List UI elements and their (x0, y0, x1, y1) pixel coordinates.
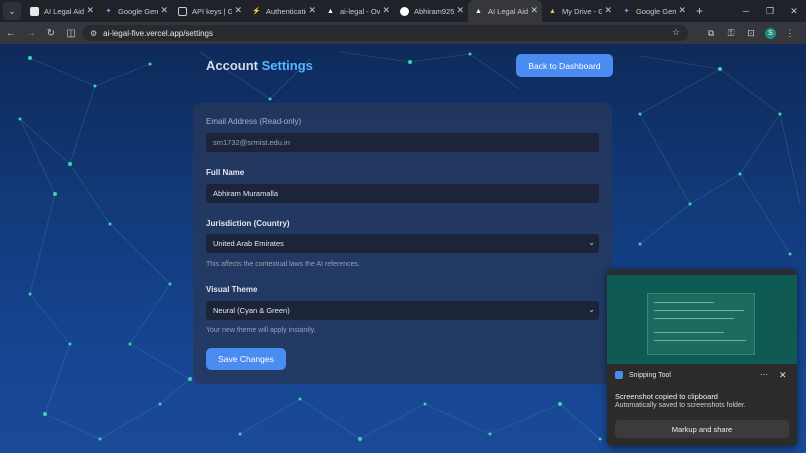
ai-studio-favicon (178, 6, 187, 16)
settings-page: Account Settings Back to Dashboard Email… (0, 44, 806, 453)
kebab-menu-icon[interactable]: ⋮ (780, 28, 800, 39)
thumbnail-line (654, 340, 746, 341)
split-view-icon[interactable]: ◫ (62, 24, 80, 42)
tab-4[interactable]: ▲ ai-legal - Ov ✕ (320, 0, 394, 22)
settings-card: Email Address (Read-only) sm1732@srmist.… (193, 103, 612, 384)
chevron-down-icon: ⌄ (588, 305, 595, 314)
tab-label: AI Legal Aid (44, 6, 84, 16)
tab-8[interactable]: ✦ Google Gemi ✕ (616, 0, 690, 22)
vercel-favicon: ▲ (475, 7, 482, 15)
markup-and-share-button[interactable]: Markup and share (615, 420, 789, 438)
snipping-tool-icon (615, 371, 623, 379)
address-bar[interactable]: ⚙ ai-legal-five.vercel.app/settings ☆ (82, 25, 688, 41)
tab-label: Abhiram925/ (414, 6, 454, 16)
tab-label: Google Gemi (636, 6, 676, 16)
tab-label: My Drive - Go (562, 6, 602, 16)
thumbnail-card (647, 293, 755, 355)
window-close-icon[interactable]: ✕ (782, 0, 806, 22)
visual-theme-hint: Your new theme will apply instantly. (206, 327, 316, 334)
close-icon[interactable]: ✕ (160, 5, 168, 16)
jurisdiction-value: United Arab Emirates (213, 239, 284, 248)
close-icon[interactable]: ✕ (234, 5, 242, 16)
tab-0[interactable]: AI Legal Aid ✕ (24, 0, 98, 22)
jurisdiction-label: Jurisdiction (Country) (206, 219, 290, 228)
close-icon[interactable]: ✕ (678, 5, 686, 16)
close-icon[interactable]: ✕ (530, 5, 538, 16)
supabase-favicon: ⚡ (252, 8, 261, 15)
tab-label: API keys | Goo (192, 6, 232, 16)
thumbnail-browser-bar (607, 269, 797, 275)
forward-arrow-icon[interactable]: → (22, 24, 40, 42)
visual-theme-value: Neural (Cyan & Green) (213, 306, 290, 315)
full-name-input[interactable]: Abhiram Muramalla (206, 184, 599, 203)
new-tab-icon[interactable]: + (696, 4, 703, 18)
app-name: Snipping Tool (629, 371, 671, 379)
tab-1[interactable]: ✦ Google Gemi ✕ (98, 0, 172, 22)
visual-theme-label: Visual Theme (206, 285, 258, 294)
notification-title: Screenshot copied to clipboard (615, 392, 718, 401)
site-info-icon[interactable]: ⚙ (90, 29, 97, 38)
save-changes-button[interactable]: Save Changes (206, 348, 286, 370)
tab-2[interactable]: API keys | Goo ✕ (172, 0, 246, 22)
close-icon[interactable]: ✕ (604, 5, 612, 16)
tab-label: ai-legal - Ov (340, 6, 380, 16)
full-name-value: Abhiram Muramalla (213, 189, 279, 198)
screenshot-icon[interactable]: ⊡ (741, 28, 761, 39)
github-favicon (400, 6, 409, 16)
close-icon[interactable]: ✕ (86, 5, 94, 16)
visual-theme-select[interactable]: Neural (Cyan & Green) ⌄ (206, 301, 599, 320)
close-icon[interactable]: ✕ (308, 5, 316, 16)
tab-7[interactable]: ▲ My Drive - Go ✕ (542, 0, 616, 22)
jurisdiction-select[interactable]: United Arab Emirates ⌄ (206, 234, 599, 253)
email-field: sm1732@srmist.edu.in (206, 133, 599, 152)
restore-icon[interactable]: ❐ (758, 0, 782, 22)
tab-label: Google Gemi (118, 6, 158, 16)
tab-label: Authenticatio (266, 6, 306, 16)
screenshot-thumbnail[interactable] (607, 269, 797, 364)
thumbnail-line (654, 302, 714, 303)
tab-label: AI Legal Aid (488, 6, 528, 16)
tab-5[interactable]: Abhiram925/ ✕ (394, 0, 468, 22)
password-key-icon[interactable]: ⚿ (721, 28, 741, 39)
back-arrow-icon[interactable]: ← (2, 24, 20, 42)
tab-6-active[interactable]: ▲ AI Legal Aid ✕ (468, 0, 542, 22)
jurisdiction-hint: This affects the contextual laws the AI … (206, 261, 360, 268)
more-options-icon[interactable]: ⋯ (760, 370, 768, 379)
minimize-icon[interactable]: ─ (734, 0, 758, 22)
page-title-part1: Account (206, 58, 258, 73)
browser-toolbar: ← → ↻ ◫ ⚙ ai-legal-five.vercel.app/setti… (0, 22, 806, 44)
google-drive-favicon: ▲ (549, 7, 556, 15)
chevron-down-icon: ⌄ (588, 238, 595, 247)
snipping-tool-app: Snipping Tool (615, 371, 671, 379)
profile-avatar[interactable]: S (765, 27, 776, 39)
tab-strip: ⌄ AI Legal Aid ✕ ✦ Google Gemi ✕ API key… (0, 0, 806, 22)
reload-icon[interactable]: ↻ (42, 24, 60, 42)
thumbnail-line (654, 310, 744, 311)
close-icon[interactable]: ✕ (456, 5, 464, 16)
thumbnail-line (654, 332, 724, 333)
full-name-label: Full Name (206, 168, 245, 177)
close-icon[interactable]: ✕ (382, 5, 390, 16)
page-title-part2: Settings (261, 58, 313, 73)
url-text: ai-legal-five.vercel.app/settings (103, 28, 214, 38)
bookmark-star-icon[interactable]: ☆ (672, 27, 680, 38)
close-icon[interactable]: ✕ (779, 370, 787, 381)
tab-3[interactable]: ⚡ Authenticatio ✕ (246, 0, 320, 22)
snipping-tool-notification[interactable]: Snipping Tool ⋯ ✕ Screenshot copied to c… (607, 269, 797, 446)
notification-subtitle: Automatically saved to screenshots folde… (615, 402, 746, 409)
email-label: Email Address (Read-only) (206, 117, 302, 126)
vercel-favicon: ▲ (327, 7, 334, 15)
ai-legal-aid-favicon (30, 6, 39, 16)
page-title: Account Settings (206, 58, 313, 73)
back-to-dashboard-button[interactable]: Back to Dashboard (516, 54, 613, 77)
gemini-favicon: ✦ (623, 8, 630, 15)
thumbnail-line (654, 318, 734, 319)
toolbar-actions: ⧉ ⚿ ⊡ S ⋮ (701, 22, 800, 44)
tab-search-icon[interactable]: ⌄ (3, 2, 21, 20)
window-controls: ─ ❐ ✕ (734, 0, 806, 22)
gemini-favicon: ✦ (105, 8, 112, 15)
extensions-icon[interactable]: ⧉ (701, 28, 721, 39)
